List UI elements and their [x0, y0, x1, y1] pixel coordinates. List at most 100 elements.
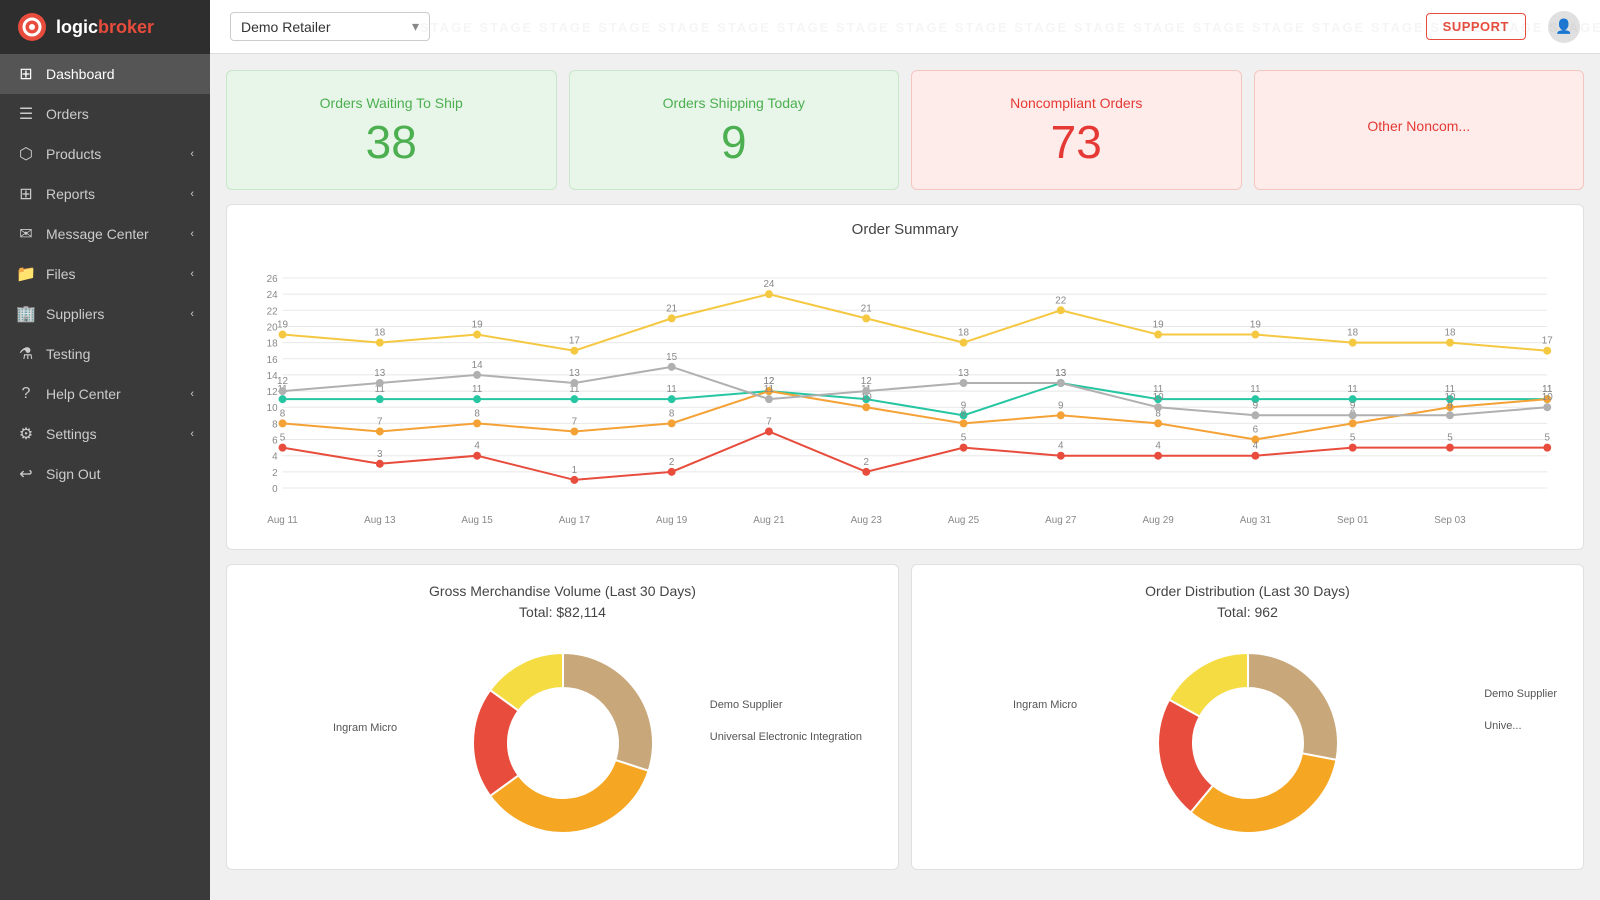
svg-text:4: 4 [474, 441, 480, 452]
svg-text:18: 18 [1444, 328, 1455, 339]
svg-text:7: 7 [766, 416, 772, 427]
sidebar-item-settings[interactable]: ⚙ Settings ‹ [0, 414, 210, 454]
svg-text:10: 10 [267, 403, 278, 414]
svg-text:Aug 23: Aug 23 [851, 515, 883, 526]
stat-card-other-noncom[interactable]: Other Noncom... [1254, 70, 1585, 190]
svg-text:2: 2 [272, 468, 278, 479]
nav-chevron-products: ‹ [190, 148, 194, 160]
logo-area: logicbroker [0, 0, 210, 54]
svg-text:8: 8 [280, 408, 286, 419]
line-chart-svg: 02468101214161820222426Aug 11Aug 13Aug 1… [243, 248, 1567, 528]
sidebar: logicbroker ⊞ Dashboard ☰ Orders ⬡ Produ… [0, 0, 210, 900]
order-summary-title: Order Summary [243, 221, 1567, 238]
nav-chevron-suppliers: ‹ [190, 308, 194, 320]
nav-icon-products: ⬡ [16, 144, 36, 164]
nav-label-files: Files [46, 266, 76, 282]
nav-icon-message-center: ✉ [16, 224, 36, 244]
sidebar-item-reports[interactable]: ⊞ Reports ‹ [0, 174, 210, 214]
svg-text:Aug 13: Aug 13 [364, 515, 396, 526]
svg-text:19: 19 [472, 319, 483, 330]
svg-text:19: 19 [1250, 319, 1261, 330]
svg-text:12: 12 [277, 376, 288, 387]
stat-card-title-1: Orders Shipping Today [663, 95, 805, 111]
sidebar-item-message-center[interactable]: ✉ Message Center ‹ [0, 214, 210, 254]
order-dist-chart: Order Distribution (Last 30 Days) Total:… [911, 564, 1584, 870]
svg-text:24: 24 [267, 290, 278, 301]
svg-text:26: 26 [267, 274, 278, 285]
gmv-left-legend: Ingram Micro [333, 722, 397, 764]
nav-label-reports: Reports [46, 186, 95, 202]
stage-watermark: STAGE STAGE STAGE STAGE STAGE STAGE STAG… [420, 0, 1600, 54]
retailer-chevron-icon: ▾ [412, 18, 419, 35]
svg-text:Aug 31: Aug 31 [1240, 515, 1272, 526]
svg-text:9: 9 [1350, 400, 1356, 411]
svg-text:18: 18 [1347, 328, 1358, 339]
svg-text:6: 6 [1253, 424, 1259, 435]
svg-text:18: 18 [267, 339, 278, 350]
svg-text:13: 13 [569, 368, 580, 379]
svg-text:Aug 25: Aug 25 [948, 515, 980, 526]
nav-label-settings: Settings [46, 426, 97, 442]
sidebar-item-testing[interactable]: ⚗ Testing [0, 334, 210, 374]
dist-legend-ingram: Ingram Micro [1013, 699, 1077, 711]
svg-text:13: 13 [1055, 368, 1066, 379]
sidebar-item-dashboard[interactable]: ⊞ Dashboard [0, 54, 210, 94]
nav-chevron-help-center: ‹ [190, 388, 194, 400]
content-area: Orders Waiting To Ship 38 Orders Shippin… [210, 54, 1600, 900]
svg-text:5: 5 [280, 433, 286, 444]
user-avatar[interactable]: 👤 [1548, 11, 1580, 43]
stat-card-title-0: Orders Waiting To Ship [320, 95, 463, 111]
svg-text:21: 21 [666, 303, 677, 314]
svg-text:8: 8 [961, 408, 967, 419]
svg-text:6: 6 [272, 435, 278, 446]
dist-donut-svg [1138, 633, 1358, 853]
gmv-donut-svg [453, 633, 673, 853]
svg-text:19: 19 [277, 319, 288, 330]
svg-text:8: 8 [474, 408, 480, 419]
svg-text:22: 22 [267, 306, 278, 317]
svg-text:Sep 01: Sep 01 [1337, 515, 1369, 526]
svg-text:22: 22 [1055, 295, 1066, 306]
svg-text:8: 8 [272, 419, 278, 430]
topbar: STAGE STAGE STAGE STAGE STAGE STAGE STAG… [210, 0, 1600, 54]
dist-left-legend: Ingram Micro [1013, 699, 1077, 711]
stat-card-orders-shipping[interactable]: Orders Shipping Today 9 [569, 70, 900, 190]
nav-icon-suppliers: 🏢 [16, 304, 36, 324]
stat-card-orders-waiting[interactable]: Orders Waiting To Ship 38 [226, 70, 557, 190]
nav-label-suppliers: Suppliers [46, 306, 104, 322]
sidebar-item-suppliers[interactable]: 🏢 Suppliers ‹ [0, 294, 210, 334]
order-dist-donut-area: Ingram Micro Demo Supplier Unive... [928, 633, 1567, 853]
svg-text:10: 10 [1153, 392, 1164, 403]
svg-text:12: 12 [267, 387, 278, 398]
svg-text:11: 11 [667, 384, 678, 395]
sidebar-nav: ⊞ Dashboard ☰ Orders ⬡ Products ‹ ⊞ Repo… [0, 54, 210, 900]
svg-text:2: 2 [863, 457, 869, 468]
stat-card-title-3: Other Noncom... [1367, 118, 1470, 134]
svg-text:5: 5 [1544, 433, 1550, 444]
dist-legend-univ: Unive... [1484, 720, 1557, 732]
svg-text:1: 1 [572, 465, 578, 476]
svg-text:Aug 27: Aug 27 [1045, 515, 1077, 526]
sidebar-item-sign-out[interactable]: ↩ Sign Out [0, 454, 210, 494]
gmv-legend-ingram: Ingram Micro [333, 722, 397, 734]
sidebar-item-files[interactable]: 📁 Files ‹ [0, 254, 210, 294]
svg-text:11: 11 [764, 384, 775, 395]
svg-text:11: 11 [1348, 384, 1359, 395]
svg-text:11: 11 [472, 384, 483, 395]
nav-icon-settings: ⚙ [16, 424, 36, 444]
svg-text:17: 17 [1542, 336, 1553, 347]
sidebar-item-orders[interactable]: ☰ Orders [0, 94, 210, 134]
nav-chevron-message-center: ‹ [190, 228, 194, 240]
stat-card-title-2: Noncompliant Orders [1010, 95, 1142, 111]
stat-card-noncompliant[interactable]: Noncompliant Orders 73 [911, 70, 1242, 190]
svg-text:14: 14 [472, 360, 483, 371]
retailer-dropdown[interactable]: Demo Retailer ▾ [230, 12, 430, 41]
support-button[interactable]: SUPPORT [1426, 13, 1526, 40]
nav-chevron-settings: ‹ [190, 428, 194, 440]
svg-text:4: 4 [1058, 441, 1064, 452]
svg-text:10: 10 [1542, 392, 1553, 403]
sidebar-item-help-center[interactable]: ? Help Center ‹ [0, 374, 210, 414]
svg-text:15: 15 [666, 352, 677, 363]
sidebar-item-products[interactable]: ⬡ Products ‹ [0, 134, 210, 174]
svg-text:7: 7 [377, 416, 383, 427]
